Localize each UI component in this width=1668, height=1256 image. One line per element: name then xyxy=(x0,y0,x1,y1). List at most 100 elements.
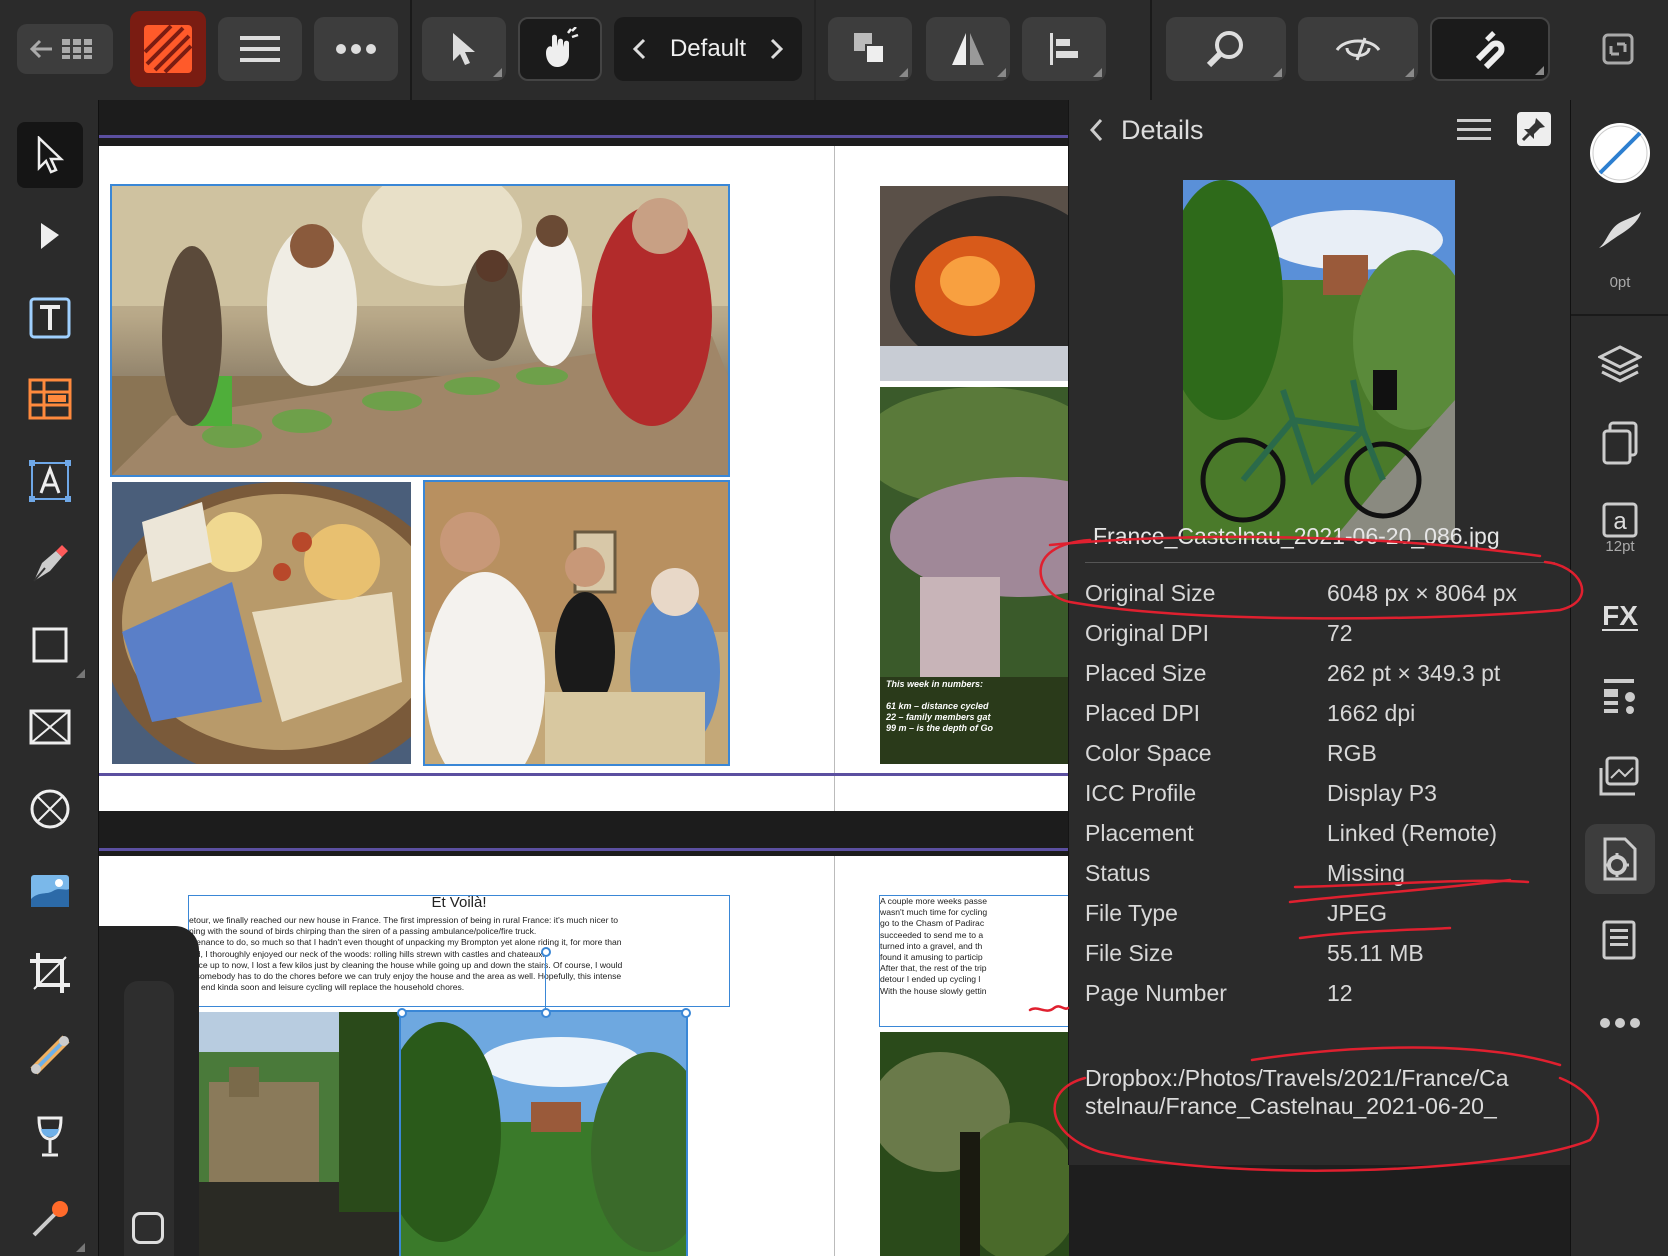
frame-text-tool[interactable] xyxy=(17,285,83,351)
document-settings-button[interactable] xyxy=(1585,824,1655,894)
app-logo-button[interactable] xyxy=(130,11,206,87)
photo-cheese-board[interactable] xyxy=(112,482,411,764)
detail-key: ICC Profile xyxy=(1085,780,1197,806)
selection-handle[interactable] xyxy=(681,1008,691,1018)
zoom-button[interactable] xyxy=(1166,17,1286,81)
text-line: wasn't much time for cycling xyxy=(880,907,988,918)
photo-forest[interactable] xyxy=(880,1032,1069,1256)
preflight-button[interactable] xyxy=(1585,906,1655,976)
back-to-documents-button[interactable] xyxy=(17,24,113,74)
fx-button[interactable]: FX xyxy=(1585,580,1655,650)
text-frame-left[interactable]: Et Voilà! etour, we finally reached our … xyxy=(188,894,730,1007)
brush-button[interactable] xyxy=(1585,200,1655,260)
detail-row-icc-profile: ICC Profile Display P3 xyxy=(1085,780,1555,810)
text-line: go to the Chasm of Padirac xyxy=(880,918,985,929)
detail-key: Placed Size xyxy=(1085,660,1207,686)
place-image-icon xyxy=(31,875,69,907)
fullscreen-button[interactable] xyxy=(1580,17,1656,81)
file-path-line: stelnau/France_Castelnau_2021-06-20_ xyxy=(1085,1093,1497,1119)
align-icon xyxy=(1050,33,1078,65)
people-image xyxy=(425,482,728,764)
fill-tool[interactable] xyxy=(17,1022,83,1088)
text-styles-button[interactable] xyxy=(1585,660,1655,730)
details-back-button[interactable] xyxy=(1087,116,1105,144)
arrange-button[interactable] xyxy=(828,17,912,81)
picture-frame-tool[interactable] xyxy=(17,694,83,760)
transparency-tool[interactable] xyxy=(17,1104,83,1170)
panel-menu-button[interactable] xyxy=(1457,116,1491,144)
table-tool[interactable] xyxy=(17,366,83,432)
crop-tool[interactable] xyxy=(17,940,83,1006)
context-square-button[interactable] xyxy=(132,1212,164,1244)
flip-button[interactable] xyxy=(926,17,1010,81)
tools-panel xyxy=(0,100,99,1256)
detail-row-file-size: File Size 55.11 MB xyxy=(1085,940,1555,970)
pages-button[interactable] xyxy=(1585,408,1655,478)
text-frame-right[interactable]: A couple more weeks passe wasn't much ti… xyxy=(879,895,1069,1027)
frame-text-icon xyxy=(29,297,71,339)
photo-people[interactable] xyxy=(423,480,730,766)
text-line: detour I ended up cycling l xyxy=(880,974,981,985)
place-image-tool[interactable] xyxy=(17,858,83,924)
app-logo xyxy=(143,24,193,74)
pin-panel-button[interactable] xyxy=(1517,112,1551,146)
photo-castle[interactable] xyxy=(189,1012,412,1256)
pen-icon xyxy=(33,545,68,582)
preset-switcher[interactable]: Default xyxy=(614,17,802,81)
gesture-icon xyxy=(546,27,579,67)
rectangle-tool[interactable] xyxy=(17,612,85,678)
stroke-color-icon xyxy=(1590,123,1650,183)
layers-button[interactable] xyxy=(1585,328,1655,398)
more-button[interactable] xyxy=(314,17,398,81)
hamburger-menu-button[interactable] xyxy=(218,17,302,81)
numbers-line: 61 km – distance cycled xyxy=(886,701,989,711)
photo-oven[interactable] xyxy=(880,186,1069,381)
rotation-line xyxy=(545,957,546,1009)
detail-value: 262 pt × 349.3 pt xyxy=(1327,660,1501,686)
photo-kitchen[interactable] xyxy=(110,184,730,477)
previous-preset-icon[interactable] xyxy=(630,37,648,61)
page-spread-1[interactable]: This week in numbers: 61 km – distance c… xyxy=(99,146,1069,811)
pointer-icon xyxy=(37,136,65,174)
pin-icon xyxy=(1521,118,1545,142)
studio-bar: 0pt a 12pt FX xyxy=(1570,100,1668,1256)
stroke-color-button[interactable] xyxy=(1585,118,1655,188)
selection-handle[interactable] xyxy=(397,1008,407,1018)
color-picker-tool[interactable] xyxy=(17,1186,85,1252)
bicycle-preview-image xyxy=(1183,180,1455,540)
pages-icon xyxy=(1602,421,1638,465)
rotation-handle[interactable] xyxy=(541,947,551,957)
stroke-width-label: 0pt xyxy=(1609,274,1631,291)
numbers-line: 22 – family members gat xyxy=(886,712,991,722)
gesture-button[interactable] xyxy=(518,17,602,81)
file-path[interactable]: Dropbox:/Photos/Travels/2021/France/Ca s… xyxy=(1085,1064,1509,1120)
resource-manager-button[interactable] xyxy=(1585,742,1655,812)
view-mode-button[interactable] xyxy=(1298,17,1418,81)
artistic-text-tool[interactable] xyxy=(17,448,83,514)
pen-tool[interactable] xyxy=(17,530,83,596)
more-icon xyxy=(336,44,376,54)
move-tool[interactable] xyxy=(17,122,83,188)
cheese-image xyxy=(112,482,411,764)
table-icon xyxy=(28,378,72,420)
photo-mushroom[interactable]: This week in numbers: 61 km – distance c… xyxy=(880,387,1069,764)
more-icon xyxy=(1600,1018,1640,1028)
oven-image xyxy=(880,186,1069,381)
studio-more-button[interactable] xyxy=(1585,988,1655,1058)
selection-handle[interactable] xyxy=(541,1008,551,1018)
next-preset-icon[interactable] xyxy=(768,37,786,61)
document-canvas[interactable]: This week in numbers: 61 km – distance c… xyxy=(99,100,1069,1256)
photo-landscape-selected[interactable] xyxy=(399,1010,688,1256)
move-tool-button[interactable] xyxy=(422,17,506,81)
layers-icon xyxy=(1598,345,1642,383)
ellipse-frame-tool[interactable] xyxy=(17,776,83,842)
preset-label[interactable]: Default xyxy=(670,35,746,63)
snapping-button[interactable] xyxy=(1430,17,1550,81)
character-icon: a xyxy=(1602,502,1638,538)
page-spread-2[interactable]: Et Voilà! etour, we finally reached our … xyxy=(99,856,1069,1256)
align-button[interactable] xyxy=(1022,17,1106,81)
landscape-image xyxy=(401,1012,686,1256)
node-tool[interactable] xyxy=(17,203,83,269)
text-line: an end kinda soon and leisure cycling wi… xyxy=(189,982,465,993)
text-line: ning with the sound of birds chirping th… xyxy=(189,926,537,937)
